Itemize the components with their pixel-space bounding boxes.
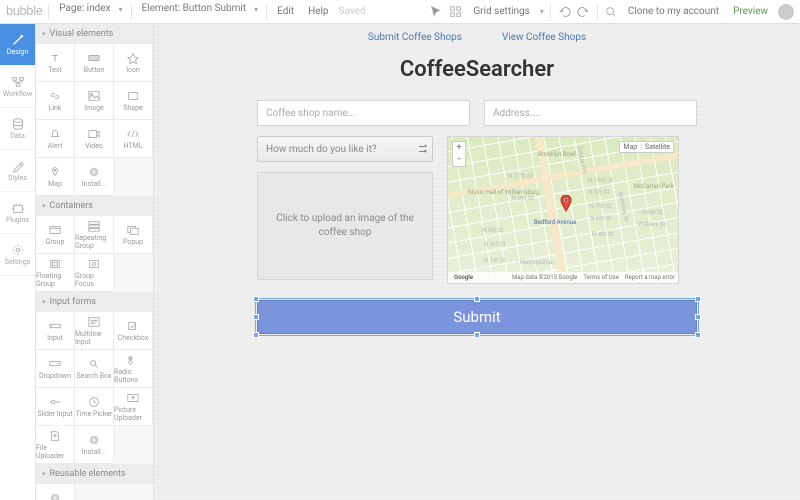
pal-install-input[interactable]: Install... bbox=[75, 426, 114, 464]
page-title: CoffeeSearcher bbox=[257, 57, 697, 82]
pal-popup[interactable]: Popup bbox=[114, 216, 153, 254]
map-zoom[interactable]: +− bbox=[452, 141, 466, 167]
avatar[interactable] bbox=[778, 4, 794, 20]
pal-group-focus[interactable]: Group Focus bbox=[75, 254, 114, 292]
pal-new-reusable[interactable]: New... bbox=[36, 484, 75, 500]
rail-workflow[interactable]: Workflow bbox=[0, 66, 35, 108]
palette-section-visual[interactable]: Visual elements bbox=[36, 24, 153, 44]
map-pin-icon bbox=[560, 195, 572, 213]
edit-menu[interactable]: Edit bbox=[273, 6, 298, 17]
search-icon[interactable] bbox=[604, 5, 618, 19]
rail-styles[interactable]: Styles bbox=[0, 150, 35, 192]
rail-design[interactable]: Design bbox=[0, 24, 35, 66]
pal-searchbox[interactable]: Search Box bbox=[75, 350, 114, 388]
preview-link[interactable]: Preview bbox=[729, 6, 772, 17]
pal-floating-group[interactable]: Floating Group bbox=[36, 254, 75, 292]
pal-alert[interactable]: Alert bbox=[36, 120, 75, 158]
element-selector[interactable]: Element: Button Submit bbox=[138, 3, 261, 21]
pal-timepicker[interactable]: Time Picker bbox=[75, 388, 114, 426]
pal-image[interactable]: Image bbox=[75, 82, 114, 120]
pal-input[interactable]: Input bbox=[36, 312, 75, 350]
map-type[interactable]: Map|Satellite bbox=[619, 141, 674, 153]
pal-shape[interactable]: Shape bbox=[114, 82, 153, 120]
pal-repeating-group[interactable]: Repeating Group bbox=[75, 216, 114, 254]
submit-button[interactable]: Submit bbox=[257, 300, 697, 334]
pal-map[interactable]: Map bbox=[36, 158, 75, 196]
svg-text:T: T bbox=[52, 53, 58, 64]
rail-settings[interactable]: Settings bbox=[0, 234, 35, 276]
logo: bubble bbox=[6, 4, 42, 19]
pal-picture-uploader[interactable]: Picture Uploader bbox=[114, 388, 153, 426]
palette-section-inputs[interactable]: Input forms bbox=[36, 292, 153, 312]
pal-install-visual[interactable]: Install... bbox=[75, 158, 114, 196]
pal-radio[interactable]: Radio Buttons bbox=[114, 350, 153, 388]
shop-name-input[interactable]: Coffee shop name... bbox=[257, 100, 470, 126]
palette-section-reusable[interactable]: Reusable elements bbox=[36, 464, 153, 484]
link-view-shops[interactable]: View Coffee Shops bbox=[502, 32, 586, 43]
pal-dropdown[interactable]: Dropdown bbox=[36, 350, 75, 388]
pal-html[interactable]: HTML bbox=[114, 120, 153, 158]
pal-slider[interactable]: Slider Input bbox=[36, 388, 75, 426]
rating-dropdown[interactable]: How much do you like it? bbox=[257, 136, 433, 162]
pointer-icon[interactable] bbox=[429, 5, 443, 19]
pal-checkbox[interactable]: Checkbox bbox=[114, 312, 153, 350]
image-upload[interactable]: Click to upload an image of the coffee s… bbox=[257, 172, 433, 280]
rail-data[interactable]: Data bbox=[0, 108, 35, 150]
left-rail: Design Workflow Data Styles Plugins Sett… bbox=[0, 24, 36, 500]
grid-settings[interactable]: Grid settings bbox=[469, 6, 534, 17]
pal-icon[interactable]: Icon bbox=[114, 44, 153, 82]
pal-group[interactable]: Group bbox=[36, 216, 75, 254]
undo-icon[interactable] bbox=[557, 5, 571, 19]
redo-icon[interactable] bbox=[577, 5, 591, 19]
grid-icon[interactable] bbox=[449, 5, 463, 19]
design-canvas[interactable]: Submit Coffee Shops View Coffee Shops Co… bbox=[154, 24, 800, 500]
pal-text[interactable]: TText bbox=[36, 44, 75, 82]
pal-multiline[interactable]: Multiline Input bbox=[75, 312, 114, 350]
pal-button[interactable]: Button bbox=[75, 44, 114, 82]
rail-plugins[interactable]: Plugins bbox=[0, 192, 35, 234]
map-footer: Google Map data ©2015 Google Terms of Us… bbox=[448, 272, 678, 283]
clone-link[interactable]: Clone to my account bbox=[624, 6, 723, 17]
link-submit-shops[interactable]: Submit Coffee Shops bbox=[368, 32, 462, 43]
pal-file-uploader[interactable]: File Uploader bbox=[36, 426, 75, 464]
palette-section-containers[interactable]: Containers bbox=[36, 196, 153, 216]
element-palette: Visual elements TText Button Icon Link I… bbox=[36, 24, 154, 500]
pal-video[interactable]: Video bbox=[75, 120, 114, 158]
save-status: Saved bbox=[339, 6, 366, 17]
map-widget[interactable]: +− Map|Satellite Brooklyn Bowl Music Hal… bbox=[447, 136, 679, 284]
pal-link[interactable]: Link bbox=[36, 82, 75, 120]
page-selector[interactable]: Page: index bbox=[55, 3, 124, 21]
help-menu[interactable]: Help bbox=[304, 6, 332, 17]
address-input[interactable]: Address.... bbox=[484, 100, 697, 126]
